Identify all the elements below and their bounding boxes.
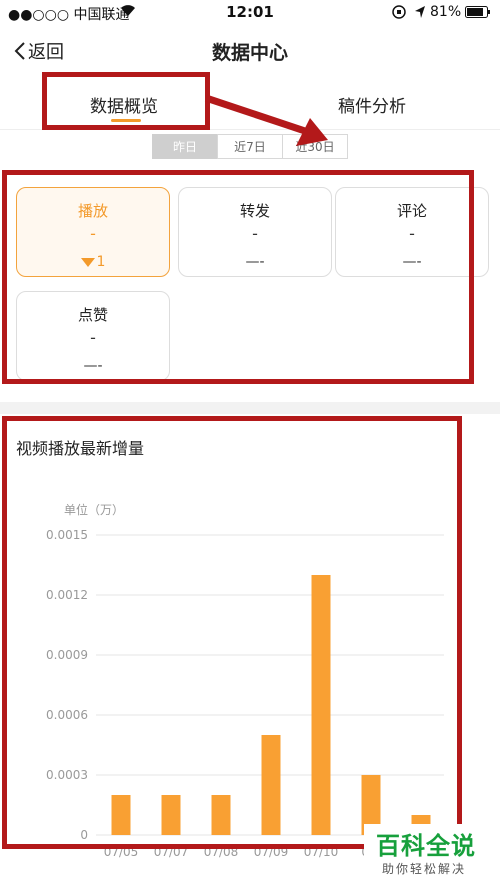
annotation-box-tab	[42, 72, 210, 130]
tab-manuscript-analysis[interactable]: 稿件分析	[338, 92, 406, 117]
nav-bar: 返回 数据中心	[0, 26, 500, 78]
battery-icon	[465, 6, 491, 22]
section-divider	[0, 402, 500, 414]
watermark-tagline: 助你轻松解决	[382, 862, 467, 876]
battery-percent: 81%	[430, 4, 462, 20]
annotation-box-chart	[2, 416, 462, 849]
watermark-logo: 百科全说	[376, 832, 476, 860]
page-title: 数据中心	[211, 42, 288, 64]
lock-rotation-icon	[392, 5, 406, 23]
annotation-arrow	[204, 94, 328, 146]
location-icon	[414, 5, 426, 23]
status-bar: ●●○○○ 中国联通 12:01 81%	[0, 0, 500, 26]
annotation-box-cards	[2, 170, 474, 384]
